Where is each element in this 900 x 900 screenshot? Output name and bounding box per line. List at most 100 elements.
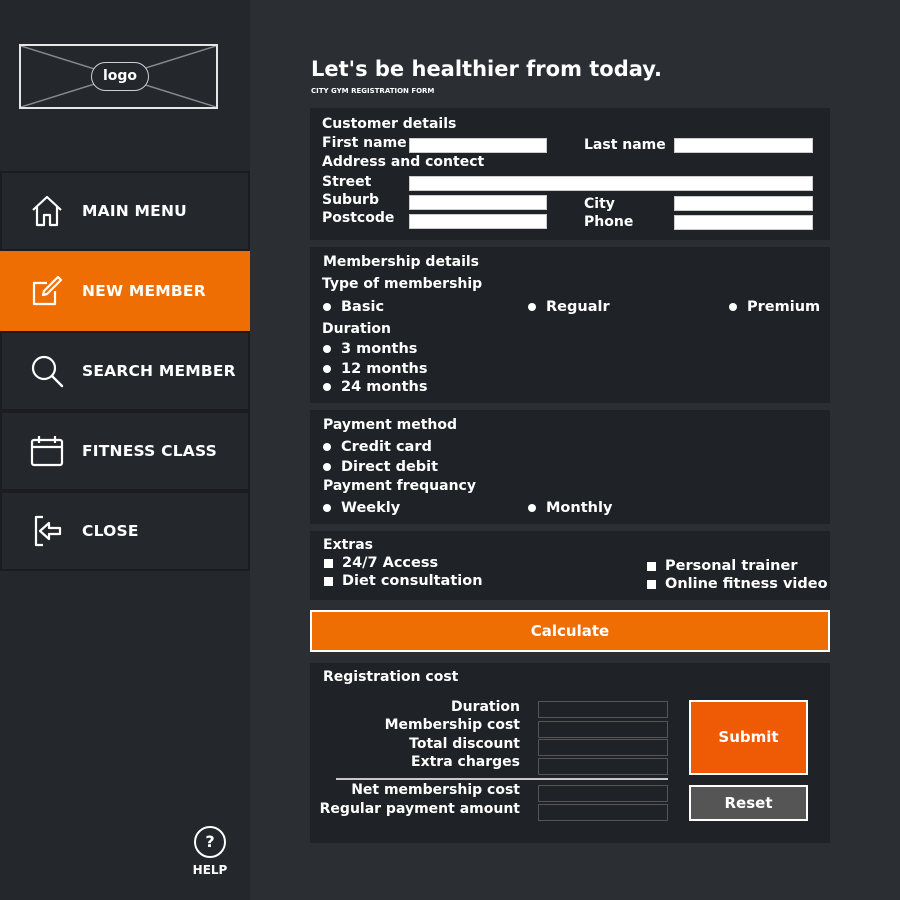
help-icon: ?: [194, 826, 226, 858]
net-cost-output: [538, 785, 668, 802]
nav-close[interactable]: CLOSE: [0, 491, 250, 571]
radio-monthly[interactable]: Monthly: [528, 500, 612, 516]
radio-label: 3 months: [341, 341, 418, 357]
cost-membership-label: Membership cost: [384, 717, 520, 733]
first-name-label: First name: [322, 135, 407, 151]
help-button[interactable]: ? HELP: [190, 826, 230, 877]
radio-dot: [729, 303, 737, 311]
radio-label: Weekly: [341, 500, 401, 516]
calendar-icon: [30, 436, 64, 467]
nav-fitness-class[interactable]: FITNESS CLASS: [0, 411, 250, 491]
cost-discount-label: Total discount: [409, 736, 520, 752]
customer-details-panel: Customer details First name Last name Ad…: [310, 108, 830, 240]
cost-membership-output: [538, 721, 668, 738]
street-field[interactable]: [409, 176, 813, 191]
postcode-field[interactable]: [409, 214, 547, 229]
nav-label: CLOSE: [82, 522, 139, 540]
radio-label: Regualr: [546, 299, 610, 315]
check-label: Personal trainer: [665, 558, 798, 574]
radio-24-months[interactable]: 24 months: [323, 379, 428, 395]
cost-extra-charges-output: [538, 758, 668, 775]
extras-heading: Extras: [323, 537, 373, 553]
payment-method-heading: Payment method: [323, 417, 458, 433]
checkbox: [324, 558, 333, 568]
page-subtitle: CITY GYM REGISTRATION FORM: [311, 87, 435, 95]
membership-type-heading: Type of membership: [322, 276, 483, 292]
address-heading: Address and contect: [322, 154, 485, 170]
membership-details-panel: Membership details Type of membership Ba…: [310, 247, 830, 403]
check-24-7-access[interactable]: 24/7 Access: [324, 555, 438, 571]
check-personal-trainer[interactable]: Personal trainer: [647, 558, 797, 574]
phone-field[interactable]: [674, 215, 813, 230]
cost-duration-output: [538, 701, 668, 718]
search-icon: [31, 355, 64, 388]
checkbox: [324, 576, 333, 586]
duration-heading: Duration: [322, 321, 392, 337]
nav-label: NEW MEMBER: [82, 282, 206, 300]
membership-heading: Membership details: [323, 254, 480, 270]
radio-3-months[interactable]: 3 months: [323, 341, 417, 357]
registration-cost-heading: Registration cost: [323, 669, 459, 685]
radio-label: Basic: [341, 299, 385, 315]
help-label: HELP: [192, 863, 228, 877]
checkbox: [647, 561, 656, 571]
radio-premium[interactable]: Premium: [729, 299, 820, 315]
nav-label: FITNESS CLASS: [82, 442, 217, 460]
radio-dot: [323, 383, 331, 391]
home-icon: [32, 195, 62, 227]
check-label: Online fitness video: [665, 576, 828, 592]
cost-divider: [336, 778, 668, 780]
nav-main-menu[interactable]: MAIN MENU: [0, 171, 250, 251]
sidebar: logo MAIN MENU NEW MEMBER SEARCH MEMBER …: [0, 0, 250, 900]
city-field[interactable]: [674, 196, 813, 211]
cost-duration-label: Duration: [450, 699, 520, 715]
radio-label: Monthly: [546, 500, 613, 516]
radio-dot: [323, 365, 331, 373]
check-online-fitness-video[interactable]: Online fitness video: [647, 576, 828, 592]
radio-dot: [528, 504, 536, 512]
payment-panel: Payment method Credit card Direct debit …: [310, 410, 830, 524]
registration-cost-panel: Registration cost Duration Membership co…: [310, 663, 830, 843]
last-name-field[interactable]: [674, 138, 813, 153]
customer-heading: Customer details: [322, 116, 457, 132]
nav-label: SEARCH MEMBER: [82, 362, 236, 380]
edit-icon: [32, 275, 63, 306]
reset-button[interactable]: Reset: [689, 785, 808, 821]
check-diet-consultation[interactable]: Diet consultation: [324, 573, 483, 589]
radio-direct-debit[interactable]: Direct debit: [323, 459, 438, 475]
radio-dot: [323, 443, 331, 451]
radio-label: 12 months: [341, 361, 428, 377]
submit-button[interactable]: Submit: [689, 700, 808, 775]
radio-label: Direct debit: [341, 459, 439, 475]
regular-payment-output: [538, 804, 668, 821]
last-name-label: Last name: [584, 137, 666, 153]
regular-payment-label: Regular payment amount: [319, 801, 520, 817]
nav-new-member[interactable]: NEW MEMBER: [0, 251, 250, 331]
radio-label: Premium: [747, 299, 821, 315]
nav-search-member[interactable]: SEARCH MEMBER: [0, 331, 250, 411]
net-cost-label: Net membership cost: [351, 782, 520, 798]
cost-extra-charges-label: Extra charges: [411, 754, 520, 770]
radio-regular[interactable]: Regualr: [528, 299, 610, 315]
phone-label: Phone: [584, 214, 634, 230]
cost-discount-output: [538, 739, 668, 756]
postcode-label: Postcode: [322, 210, 395, 226]
nav-label: MAIN MENU: [82, 202, 187, 220]
calculate-button[interactable]: Calculate: [310, 610, 830, 652]
city-label: City: [584, 196, 615, 212]
radio-credit-card[interactable]: Credit card: [323, 439, 432, 455]
check-label: Diet consultation: [342, 573, 483, 589]
radio-dot: [323, 504, 331, 512]
suburb-field[interactable]: [409, 195, 547, 210]
first-name-field[interactable]: [409, 138, 547, 153]
radio-weekly[interactable]: Weekly: [323, 500, 400, 516]
radio-12-months[interactable]: 12 months: [323, 361, 428, 377]
radio-dot: [528, 303, 536, 311]
extras-panel: Extras 24/7 Access Diet consultation Per…: [310, 531, 830, 600]
logout-icon: [34, 515, 62, 547]
logo-text: logo: [91, 62, 149, 91]
radio-basic[interactable]: Basic: [323, 299, 384, 315]
logo-placeholder: logo: [19, 44, 218, 109]
checkbox: [647, 579, 656, 589]
radio-dot: [323, 345, 331, 353]
